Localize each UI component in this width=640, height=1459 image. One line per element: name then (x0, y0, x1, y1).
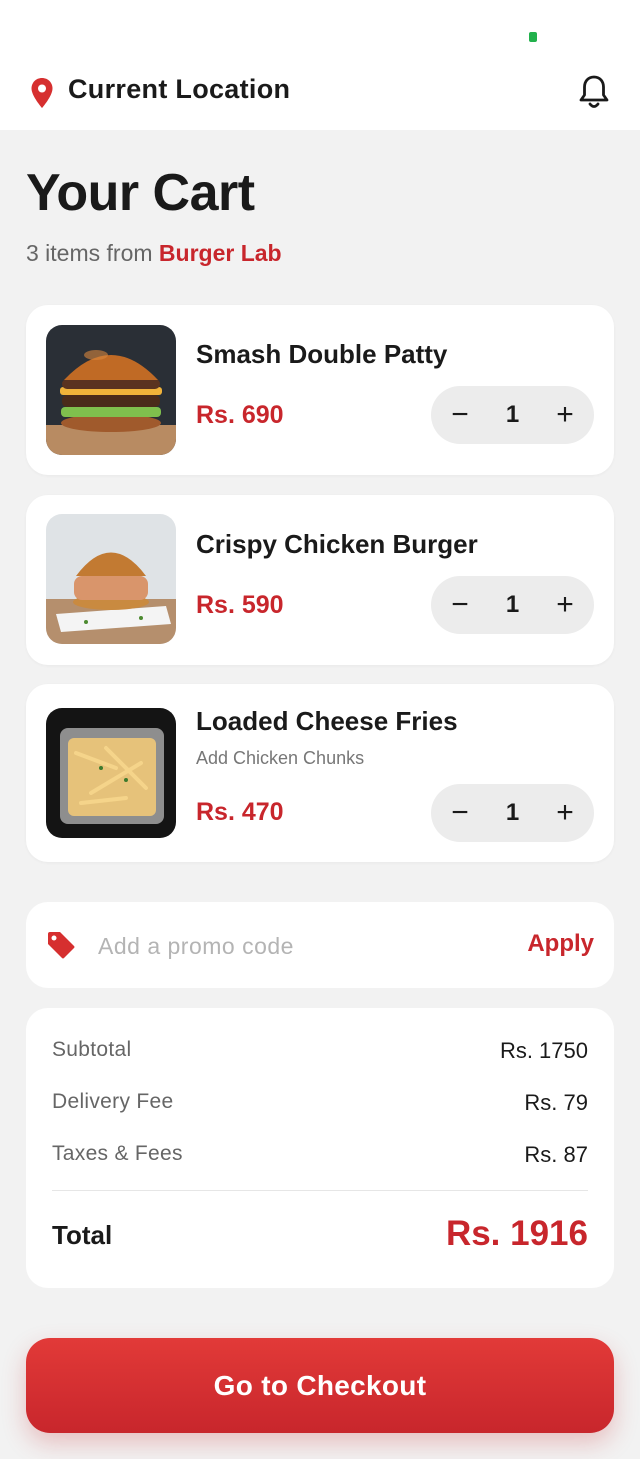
promo-code-input[interactable] (98, 926, 498, 966)
tag-icon (48, 932, 75, 959)
page-title: Your Cart (26, 164, 255, 222)
quantity-stepper: − 1 + (431, 386, 594, 444)
current-location-label[interactable]: Current Location (68, 74, 290, 105)
order-summary: Subtotal Rs. 1750 Delivery Fee Rs. 79 Ta… (26, 1008, 614, 1288)
restaurant-name[interactable]: Burger Lab (159, 240, 282, 266)
item-count-text: 3 items from (26, 240, 153, 266)
cart-subtitle: 3 items from Burger Lab (26, 240, 282, 267)
total-value: Rs. 1916 (445, 1214, 588, 1253)
quantity-stepper: − 1 + (431, 784, 594, 842)
quantity-value: 1 (505, 799, 520, 826)
quantity-stepper: − 1 + (431, 576, 594, 634)
increase-quantity-button[interactable]: + (536, 576, 594, 634)
top-bar: Current Location (0, 0, 640, 130)
taxes-value: Rs. 87 (524, 1142, 588, 1167)
increase-quantity-button[interactable]: + (536, 386, 594, 444)
total-label: Total (52, 1220, 113, 1250)
item-addon: Add Chicken Chunks (196, 748, 365, 768)
delivery-fee-label: Delivery Fee (52, 1090, 174, 1113)
item-price: Rs. 470 (196, 798, 284, 826)
item-price: Rs. 590 (196, 591, 284, 619)
item-name: Crispy Chicken Burger (196, 529, 478, 559)
burger-image (46, 325, 176, 455)
fries-image (46, 708, 176, 838)
quantity-value: 1 (505, 591, 520, 618)
subtotal-value: Rs. 1750 (499, 1038, 588, 1063)
bell-icon[interactable] (578, 74, 610, 110)
taxes-label: Taxes & Fees (52, 1142, 183, 1165)
item-price: Rs. 690 (196, 401, 284, 429)
cart-item-card: Smash Double Patty Rs. 690 − 1 + (26, 305, 614, 475)
delivery-fee-value: Rs. 79 (524, 1090, 588, 1115)
cart-item-card: Crispy Chicken Burger Rs. 590 − 1 + (26, 495, 614, 665)
item-thumbnail (46, 514, 176, 644)
decrease-quantity-button[interactable]: − (431, 386, 489, 444)
chicken-burger-image (46, 514, 176, 644)
item-name: Smash Double Patty (196, 339, 448, 369)
decrease-quantity-button[interactable]: − (431, 784, 489, 842)
item-thumbnail (46, 325, 176, 455)
apply-promo-button[interactable]: Apply (527, 930, 594, 958)
summary-divider (52, 1190, 588, 1191)
decrease-quantity-button[interactable]: − (431, 576, 489, 634)
cart-item-card: Loaded Cheese Fries Add Chicken Chunks R… (26, 684, 614, 862)
location-pin-icon[interactable] (30, 78, 54, 108)
increase-quantity-button[interactable]: + (536, 784, 594, 842)
item-name: Loaded Cheese Fries (196, 706, 458, 736)
quantity-value: 1 (505, 401, 520, 428)
promo-code-section: Apply (26, 902, 614, 988)
status-indicator (529, 32, 537, 42)
subtotal-label: Subtotal (52, 1038, 132, 1061)
item-thumbnail (46, 708, 176, 838)
checkout-button[interactable]: Go to Checkout (26, 1338, 614, 1433)
